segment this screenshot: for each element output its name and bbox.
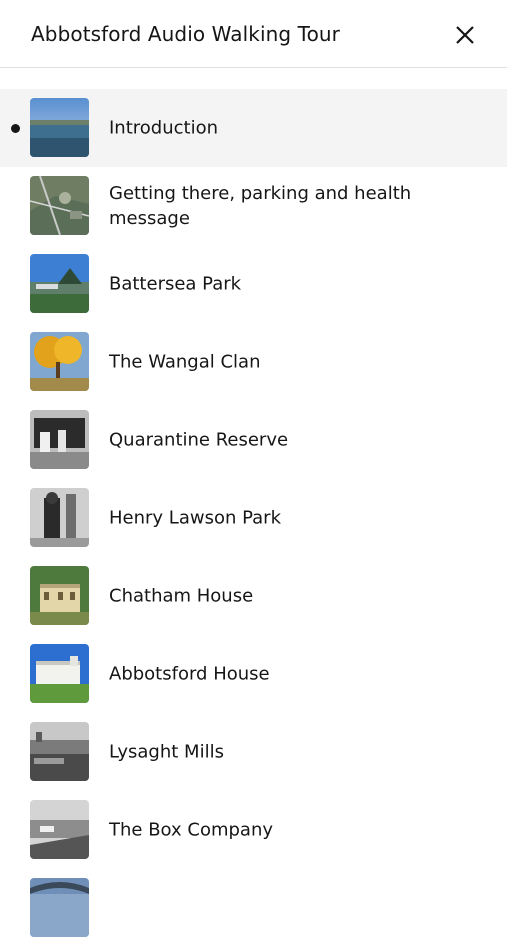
stop-thumbnail bbox=[30, 878, 89, 937]
stop-thumbnail bbox=[30, 254, 89, 313]
stop-thumbnail bbox=[30, 722, 89, 781]
tour-title: Abbotsford Audio Walking Tour bbox=[31, 22, 341, 46]
tour-stop-item[interactable]: The Box Company bbox=[0, 791, 507, 869]
stop-thumbnail bbox=[30, 800, 89, 859]
tour-stop-item[interactable]: The Wangal Clan bbox=[0, 323, 507, 401]
stop-thumbnail bbox=[30, 566, 89, 625]
tour-stop-item[interactable]: Battersea Park bbox=[0, 245, 507, 323]
stop-thumbnail bbox=[30, 176, 89, 235]
tour-stop-item[interactable]: Getting there, parking and health messag… bbox=[0, 167, 507, 245]
stop-label: Quarantine Reserve bbox=[109, 429, 289, 451]
tour-stop-item[interactable]: Henry Lawson Park bbox=[0, 479, 507, 557]
stop-label: The Wangal Clan bbox=[109, 351, 261, 373]
close-icon bbox=[456, 26, 474, 44]
stop-label: Abbotsford House bbox=[109, 663, 270, 685]
stop-label: Introduction bbox=[109, 117, 219, 139]
stop-thumbnail bbox=[30, 644, 89, 703]
close-button[interactable] bbox=[450, 20, 480, 50]
tour-stop-item[interactable]: Lysaght Mills bbox=[0, 713, 507, 791]
now-playing-indicator bbox=[11, 124, 20, 133]
stop-thumbnail bbox=[30, 98, 89, 157]
stop-label: Chatham House bbox=[109, 585, 254, 607]
tour-stop-item[interactable]: Introduction bbox=[0, 89, 507, 167]
modal-header: Abbotsford Audio Walking Tour bbox=[0, 0, 507, 68]
tour-stop-list: Introduction Getting there, parking and … bbox=[0, 89, 507, 947]
stop-label: Getting there, parking and health messag… bbox=[109, 183, 412, 229]
stop-label: Lysaght Mills bbox=[109, 741, 224, 763]
stop-label: Henry Lawson Park bbox=[109, 507, 281, 529]
stop-label: Battersea Park bbox=[109, 273, 242, 295]
stop-label: The Box Company bbox=[109, 819, 274, 841]
tour-stop-item[interactable]: Chatham House bbox=[0, 557, 507, 635]
stop-thumbnail bbox=[30, 410, 89, 469]
tour-stop-item[interactable]: Quarantine Reserve bbox=[0, 401, 507, 479]
tour-stop-item[interactable] bbox=[0, 869, 507, 947]
stop-thumbnail bbox=[30, 332, 89, 391]
stop-thumbnail bbox=[30, 488, 89, 547]
tour-stop-item[interactable]: Abbotsford House bbox=[0, 635, 507, 713]
